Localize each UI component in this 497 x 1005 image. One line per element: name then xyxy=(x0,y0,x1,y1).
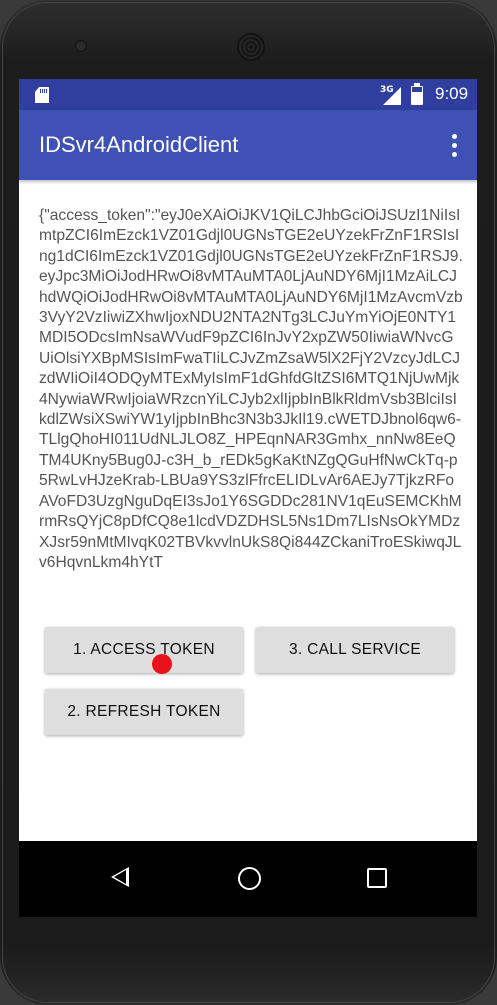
access-token-button[interactable]: 1. ACCESS TOKEN xyxy=(45,627,243,673)
front-camera-icon xyxy=(75,40,87,52)
touch-indicator xyxy=(152,654,172,674)
battery-icon xyxy=(411,83,423,105)
home-icon[interactable] xyxy=(238,867,261,890)
app-toolbar: IDSvr4AndroidClient xyxy=(19,110,477,180)
call-service-button[interactable]: 3. CALL SERVICE xyxy=(256,627,454,673)
back-icon[interactable] xyxy=(111,867,129,887)
app-title: IDSvr4AndroidClient xyxy=(39,132,239,157)
sd-card-icon xyxy=(35,87,49,103)
navigation-bar xyxy=(19,841,477,917)
recents-icon[interactable] xyxy=(367,868,387,888)
refresh-token-button[interactable]: 2. REFRESH TOKEN xyxy=(45,689,243,735)
more-vert-icon[interactable] xyxy=(444,132,464,160)
token-response-text: {"access_token":"eyJ0eXAiOiJKV1QiLCJhbGc… xyxy=(39,207,463,571)
status-bar: 3G 9:09 xyxy=(19,79,477,110)
signal-strength-icon xyxy=(383,87,401,105)
device-frame: 3G 9:09 IDSvr4AndroidClient {"access_tok… xyxy=(0,0,497,1005)
speaker-grille-icon xyxy=(237,33,265,61)
app-screen: 3G 9:09 IDSvr4AndroidClient {"access_tok… xyxy=(19,79,477,917)
status-clock: 9:09 xyxy=(435,84,469,103)
